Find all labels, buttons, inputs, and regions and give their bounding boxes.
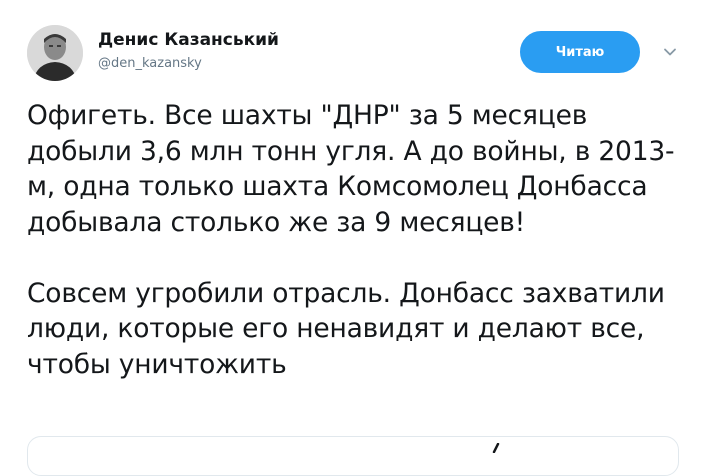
tweet-paragraph-1: Офигеть. Все шахты "ДНР" за 5 месяцев до… — [27, 100, 675, 238]
following-button[interactable]: Читаю — [520, 31, 640, 73]
avatar-photo — [27, 25, 83, 81]
media-card-image — [492, 438, 502, 454]
tweet-paragraph-2: Совсем угробили отрасль. Донбасс захвати… — [27, 277, 665, 380]
author-name[interactable]: Денис Казанський — [98, 30, 279, 50]
chevron-down-icon[interactable] — [662, 44, 678, 60]
author-handle[interactable]: @den_kazansky — [98, 56, 202, 71]
tweet: Денис Казанський @den_kazansky Читаю Офи… — [0, 0, 705, 476]
media-card[interactable] — [27, 436, 679, 476]
avatar[interactable] — [27, 25, 83, 81]
tweet-text: Офигеть. Все шахты "ДНР" за 5 месяцев до… — [27, 98, 677, 382]
